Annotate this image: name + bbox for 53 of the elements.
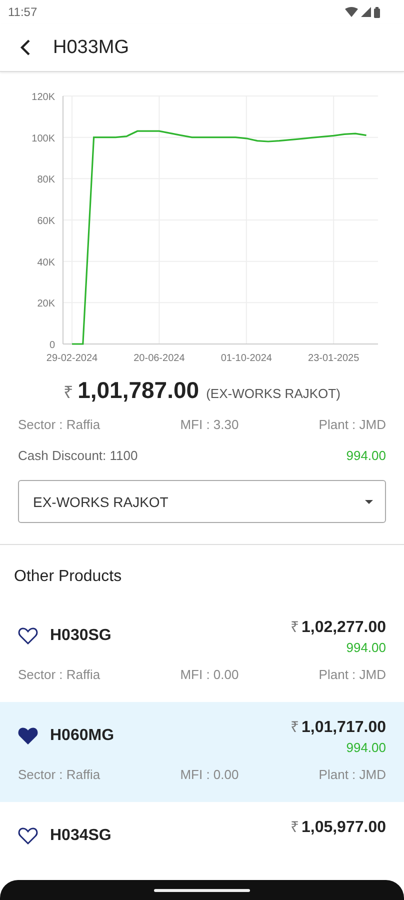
product-price: 1,05,977.00 bbox=[301, 819, 386, 837]
y-tick-label: 40K bbox=[37, 257, 55, 268]
plant-text: Plant : JMD bbox=[318, 417, 386, 432]
mfi-text: MFI : 0.00 bbox=[180, 667, 239, 682]
discount-value: 994.00 bbox=[346, 640, 386, 655]
heart-icon[interactable] bbox=[18, 727, 38, 745]
sector-text: Sector : Raffia bbox=[18, 767, 100, 782]
heart-icon[interactable] bbox=[18, 827, 38, 845]
price-basis: (EX-WORKS RAJKOT) bbox=[206, 386, 340, 401]
discount-value: 994.00 bbox=[346, 740, 386, 755]
y-tick-label: 60K bbox=[37, 216, 55, 227]
x-tick-label: 01-10-2024 bbox=[220, 353, 272, 364]
product-row[interactable]: H034SG ₹1,05,977.00 bbox=[0, 802, 404, 900]
sector-text: Sector : Raffia bbox=[18, 667, 100, 682]
dropdown-caret-icon bbox=[365, 500, 373, 504]
x-tick-label: 29-02-2024 bbox=[46, 353, 98, 364]
back-button[interactable] bbox=[18, 37, 33, 58]
battery-icon bbox=[374, 6, 380, 18]
heart-icon[interactable] bbox=[18, 627, 38, 645]
x-tick-label: 20-06-2024 bbox=[134, 353, 185, 364]
back-icon bbox=[20, 39, 31, 56]
plant-text: Plant : JMD bbox=[318, 667, 386, 682]
status-time: 11:57 bbox=[8, 5, 38, 19]
product-name: H034SG bbox=[50, 827, 112, 845]
y-tick-label: 20K bbox=[37, 298, 55, 310]
plant-text: Plant : JMD bbox=[318, 767, 386, 782]
product-name: H030SG bbox=[50, 627, 112, 645]
delivery-dropdown[interactable]: EX-WORKS RAJKOT bbox=[18, 480, 386, 523]
product-row[interactable]: H060MG ₹1,01,717.00 994.00 Sector : Raffia MFI : 0.00 Plant : JMD bbox=[0, 702, 404, 802]
product-price: 1,01,717.00 bbox=[301, 719, 386, 737]
product-row[interactable]: H030SG ₹1,02,277.00 994.00 Sector : Raffia MFI : 0.00 Plant : JMD bbox=[0, 602, 404, 702]
y-tick-label: 100K bbox=[32, 133, 55, 144]
y-tick-label: 0 bbox=[49, 340, 55, 351]
home-handle[interactable] bbox=[154, 888, 250, 892]
currency-symbol: ₹ bbox=[290, 618, 300, 636]
y-tick-label: 80K bbox=[37, 174, 55, 186]
cash-discount-label: Cash Discount: 1100 bbox=[18, 448, 138, 463]
y-tick-label: 120K bbox=[32, 92, 55, 103]
product-price: 1,02,277.00 bbox=[301, 619, 386, 637]
signal-icon bbox=[361, 7, 371, 17]
mfi-text: MFI : 3.30 bbox=[180, 417, 239, 432]
section-title: Other Products bbox=[13, 568, 123, 586]
price-amount: 1,01,787.00 bbox=[78, 377, 200, 404]
wifi-icon bbox=[345, 7, 358, 17]
currency-symbol: ₹ bbox=[290, 818, 300, 836]
x-tick-label: 23-01-2025 bbox=[308, 353, 360, 364]
currency-symbol: ₹ bbox=[290, 718, 300, 736]
page-title: H033MG bbox=[53, 36, 130, 58]
sector-text: Sector : Raffia bbox=[18, 417, 100, 432]
product-name: H060MG bbox=[50, 727, 114, 745]
currency-symbol: ₹ bbox=[64, 382, 74, 403]
mfi-text: MFI : 0.00 bbox=[180, 767, 239, 782]
cash-discount-value: 994.00 bbox=[346, 448, 386, 463]
